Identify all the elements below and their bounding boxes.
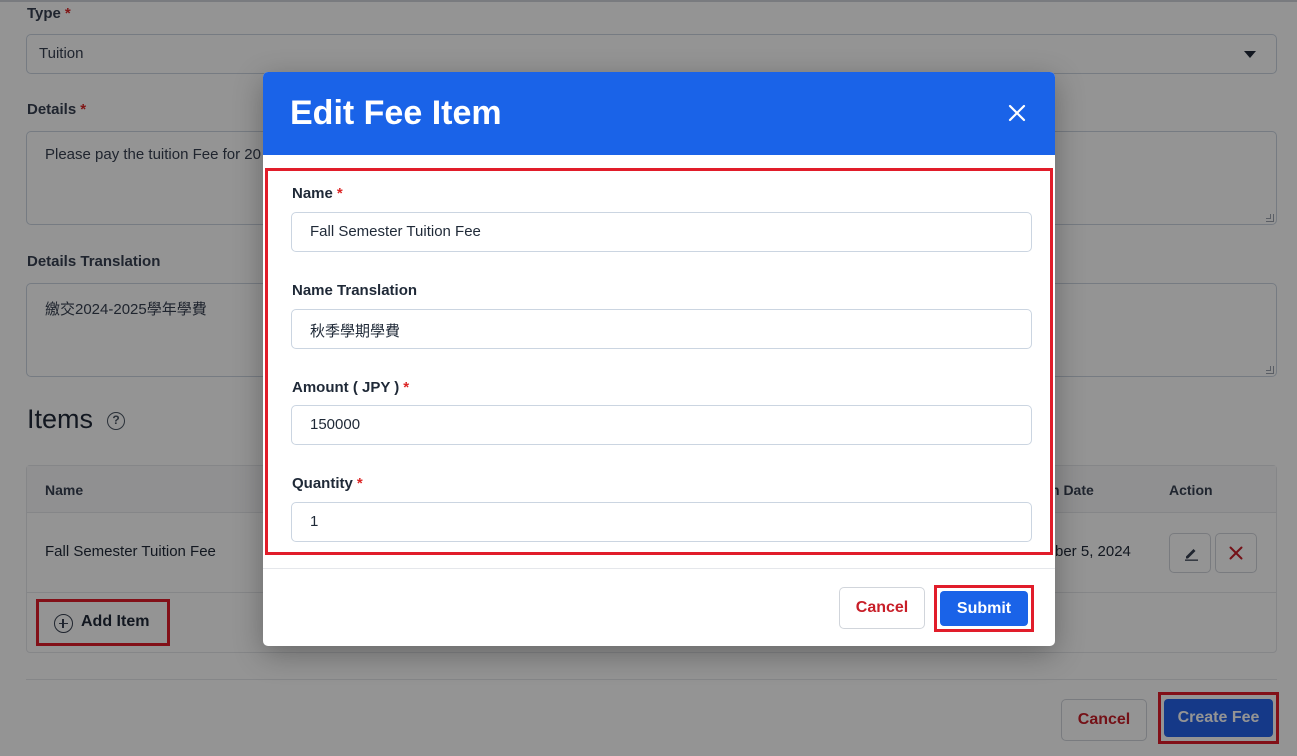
modal-cancel-button[interactable]: Cancel: [839, 587, 925, 629]
name-translation-label: Name Translation: [292, 282, 418, 299]
submit-button[interactable]: Submit: [940, 591, 1028, 626]
fee-item-form: Name * Fall Semester Tuition Fee Name Tra…: [265, 168, 1053, 555]
quantity-label: Quantity *: [292, 475, 363, 492]
modal-header: Edit Fee Item: [263, 72, 1055, 155]
edit-fee-item-modal: Edit Fee Item Name * Fall Semester Tuitio…: [263, 72, 1055, 646]
name-input[interactable]: Fall Semester Tuition Fee: [291, 212, 1032, 252]
modal-footer-divider: [263, 568, 1055, 569]
close-icon[interactable]: [1008, 104, 1026, 122]
name-translation-input[interactable]: 秋季學期學費: [291, 309, 1032, 349]
quantity-input[interactable]: 1: [291, 502, 1032, 542]
name-translation-input-value: 秋季學期學費: [310, 323, 401, 340]
name-label: Name *: [292, 185, 343, 202]
amount-input[interactable]: 150000: [291, 405, 1032, 445]
modal-title: Edit Fee Item: [290, 94, 502, 132]
submit-highlight: Submit: [934, 585, 1034, 632]
quantity-input-value: 1: [310, 513, 319, 530]
amount-label: Amount ( JPY ) *: [292, 379, 410, 396]
amount-input-value: 150000: [310, 416, 361, 433]
name-input-value: Fall Semester Tuition Fee: [310, 223, 481, 240]
